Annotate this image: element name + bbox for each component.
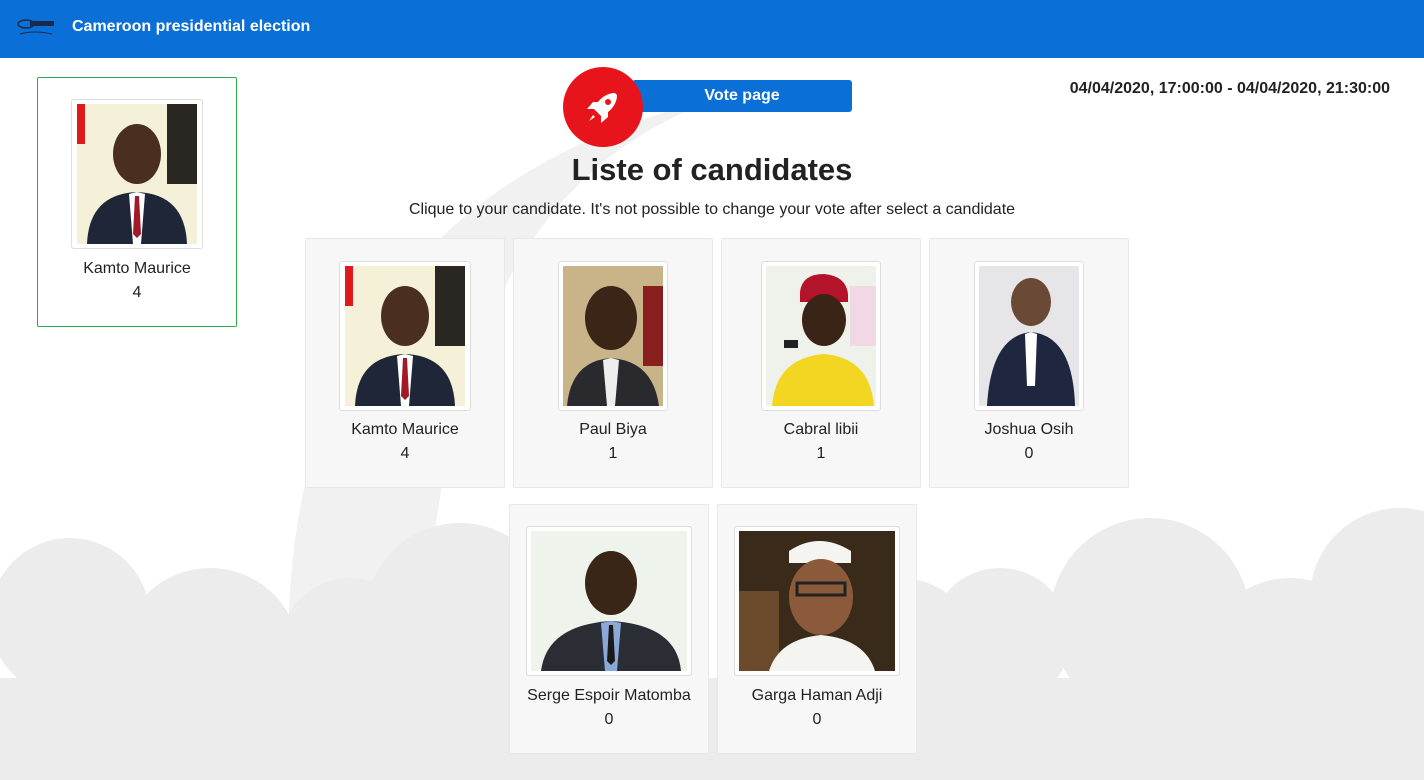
candidate-card[interactable]: Serge Espoir Matomba 0 xyxy=(509,504,709,754)
candidate-portrait-image xyxy=(766,266,876,406)
candidate-photo[interactable] xyxy=(734,526,900,676)
candidate-vote-count: 1 xyxy=(816,445,826,462)
leader-name: Kamto Maurice xyxy=(83,260,191,277)
candidate-name: Garga Haman Adji xyxy=(751,687,883,704)
candidate-photo[interactable] xyxy=(974,261,1084,411)
page-instructions: Clique to your candidate. It's not possi… xyxy=(408,201,1016,218)
candidate-vote-count: 0 xyxy=(812,711,822,728)
candidate-portrait-image xyxy=(345,266,465,406)
candidate-portrait-image xyxy=(531,531,687,671)
vote-page-label: Vote page xyxy=(704,87,780,104)
candidate-card[interactable]: Joshua Osih 0 xyxy=(929,238,1129,488)
election-period: 04/04/2020, 17:00:00 - 04/04/2020, 21:30… xyxy=(1069,80,1390,97)
leader-vote-count: 4 xyxy=(132,284,142,301)
candidate-photo[interactable] xyxy=(761,261,881,411)
candidate-card[interactable]: Paul Biya 1 xyxy=(513,238,713,488)
candidate-name: Cabral libii xyxy=(783,421,859,438)
candidate-photo[interactable] xyxy=(526,526,692,676)
candidate-portrait-image xyxy=(563,266,663,406)
candidate-name: Joshua Osih xyxy=(984,421,1074,438)
candidate-name: Serge Espoir Matomba xyxy=(527,687,691,704)
candidate-name: Paul Biya xyxy=(579,421,647,438)
candidate-vote-count: 1 xyxy=(608,445,618,462)
top-navbar: Cameroon presidential election xyxy=(0,0,1424,58)
candidate-vote-count: 0 xyxy=(1024,445,1034,462)
candidate-name: Kamto Maurice xyxy=(351,421,459,438)
candidate-vote-count: 4 xyxy=(400,445,410,462)
candidate-photo[interactable] xyxy=(558,261,668,411)
candidate-card[interactable]: Kamto Maurice 4 xyxy=(305,238,505,488)
candidate-portrait-image xyxy=(979,266,1079,406)
candidate-card[interactable]: Garga Haman Adji 0 xyxy=(717,504,917,754)
candidate-portrait-image xyxy=(739,531,895,671)
ballot-logo-icon[interactable] xyxy=(14,14,58,42)
candidate-card[interactable]: Cabral libii 1 xyxy=(721,238,921,488)
candidate-photo[interactable] xyxy=(339,261,471,411)
vote-page-banner: Vote page xyxy=(632,80,852,112)
page-title: Liste of candidates xyxy=(571,152,853,187)
rocket-icon xyxy=(563,67,643,147)
candidate-vote-count: 0 xyxy=(604,711,614,728)
app-title[interactable]: Cameroon presidential election xyxy=(72,18,310,36)
